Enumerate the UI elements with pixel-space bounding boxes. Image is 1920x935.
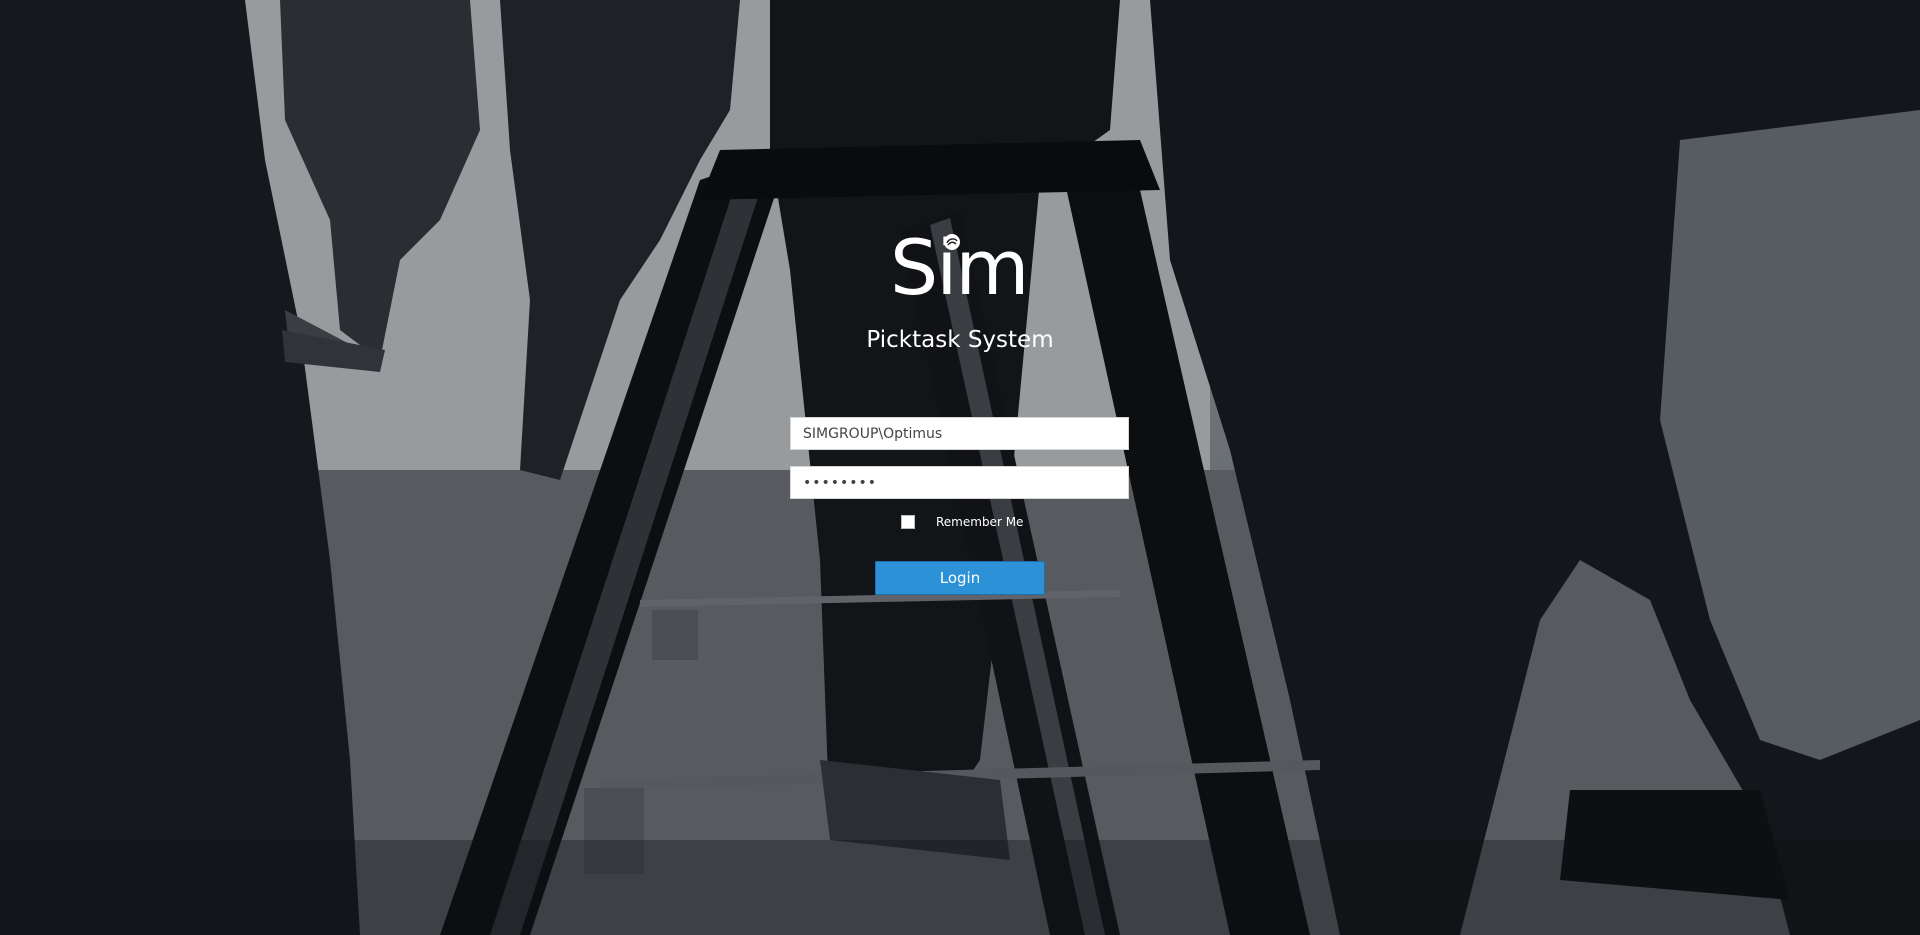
sim-logo: Sim bbox=[890, 230, 1032, 306]
login-button[interactable]: Login bbox=[875, 561, 1045, 595]
remember-me[interactable]: Remember Me bbox=[900, 513, 1023, 531]
logo-swirl-icon bbox=[944, 234, 960, 250]
login-page: Sim Picktask System Remember Me Login bbox=[0, 0, 1920, 935]
login-panel: Sim Picktask System Remember Me Login bbox=[0, 0, 1920, 935]
remember-me-checkbox[interactable] bbox=[901, 515, 915, 529]
remember-me-label: Remember Me bbox=[936, 515, 1024, 529]
password-input[interactable] bbox=[790, 466, 1129, 499]
app-title: Picktask System bbox=[866, 327, 1054, 353]
username-input[interactable] bbox=[790, 417, 1129, 450]
